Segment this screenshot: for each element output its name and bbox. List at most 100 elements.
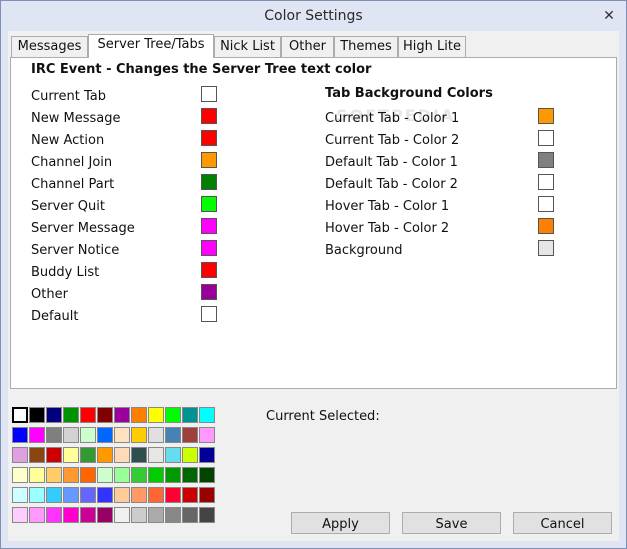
palette-color-cell[interactable] bbox=[46, 467, 62, 483]
palette-color-cell[interactable] bbox=[114, 487, 130, 503]
palette-color-cell[interactable] bbox=[114, 407, 130, 423]
palette-color-cell[interactable] bbox=[12, 407, 28, 423]
palette-color-cell[interactable] bbox=[114, 447, 130, 463]
event-color-swatch[interactable] bbox=[201, 218, 217, 234]
palette-color-cell[interactable] bbox=[80, 487, 96, 503]
palette-color-cell[interactable] bbox=[114, 427, 130, 443]
palette-color-cell[interactable] bbox=[114, 507, 130, 523]
event-color-swatch[interactable] bbox=[201, 86, 217, 102]
event-color-swatch[interactable] bbox=[201, 108, 217, 124]
palette-color-cell[interactable] bbox=[29, 407, 45, 423]
palette-color-cell[interactable] bbox=[182, 467, 198, 483]
event-color-swatch[interactable] bbox=[201, 196, 217, 212]
palette-color-cell[interactable] bbox=[165, 427, 181, 443]
palette-color-cell[interactable] bbox=[131, 427, 147, 443]
palette-color-cell[interactable] bbox=[80, 447, 96, 463]
tab-color-swatch[interactable] bbox=[538, 218, 554, 234]
tab-color-swatch[interactable] bbox=[538, 108, 554, 124]
palette-color-cell[interactable] bbox=[12, 507, 28, 523]
palette-color-cell[interactable] bbox=[148, 407, 164, 423]
tab-color-swatch[interactable] bbox=[538, 130, 554, 146]
palette-color-cell[interactable] bbox=[12, 487, 28, 503]
tab-server-tree-tabs[interactable]: Server Tree/Tabs bbox=[88, 34, 214, 58]
palette-color-cell[interactable] bbox=[46, 407, 62, 423]
tab-color-swatch[interactable] bbox=[538, 174, 554, 190]
tab-color-swatch[interactable] bbox=[538, 240, 554, 256]
palette-color-cell[interactable] bbox=[199, 407, 215, 423]
palette-color-cell[interactable] bbox=[165, 487, 181, 503]
palette-color-cell[interactable] bbox=[12, 447, 28, 463]
event-color-swatch[interactable] bbox=[201, 240, 217, 256]
tab-nick-list[interactable]: Nick List bbox=[214, 36, 281, 57]
palette-color-cell[interactable] bbox=[97, 507, 113, 523]
palette-color-cell[interactable] bbox=[148, 427, 164, 443]
palette-color-cell[interactable] bbox=[199, 447, 215, 463]
palette-color-cell[interactable] bbox=[63, 467, 79, 483]
palette-color-cell[interactable] bbox=[97, 467, 113, 483]
palette-color-cell[interactable] bbox=[97, 427, 113, 443]
palette-color-cell[interactable] bbox=[80, 507, 96, 523]
palette-color-cell[interactable] bbox=[148, 507, 164, 523]
event-color-swatch[interactable] bbox=[201, 130, 217, 146]
palette-color-cell[interactable] bbox=[131, 447, 147, 463]
palette-color-cell[interactable] bbox=[199, 467, 215, 483]
palette-color-cell[interactable] bbox=[80, 467, 96, 483]
palette-color-cell[interactable] bbox=[80, 407, 96, 423]
tab-color-swatch[interactable] bbox=[538, 196, 554, 212]
palette-color-cell[interactable] bbox=[182, 407, 198, 423]
palette-color-cell[interactable] bbox=[199, 487, 215, 503]
palette-color-cell[interactable] bbox=[46, 507, 62, 523]
palette-color-cell[interactable] bbox=[29, 467, 45, 483]
palette-color-cell[interactable] bbox=[97, 407, 113, 423]
palette-color-cell[interactable] bbox=[12, 427, 28, 443]
palette-color-cell[interactable] bbox=[148, 487, 164, 503]
palette-color-cell[interactable] bbox=[182, 507, 198, 523]
palette-color-cell[interactable] bbox=[182, 427, 198, 443]
event-color-swatch[interactable] bbox=[201, 284, 217, 300]
tab-color-swatch[interactable] bbox=[538, 152, 554, 168]
palette-color-cell[interactable] bbox=[63, 407, 79, 423]
palette-color-cell[interactable] bbox=[131, 487, 147, 503]
tab-other[interactable]: Other bbox=[281, 36, 334, 57]
event-color-swatch[interactable] bbox=[201, 152, 217, 168]
palette-color-cell[interactable] bbox=[63, 427, 79, 443]
palette-color-cell[interactable] bbox=[29, 427, 45, 443]
cancel-button[interactable]: Cancel bbox=[513, 512, 612, 534]
palette-color-cell[interactable] bbox=[182, 447, 198, 463]
palette-color-cell[interactable] bbox=[29, 447, 45, 463]
palette-color-cell[interactable] bbox=[165, 407, 181, 423]
palette-color-cell[interactable] bbox=[63, 507, 79, 523]
palette-color-cell[interactable] bbox=[165, 467, 181, 483]
palette-color-cell[interactable] bbox=[148, 447, 164, 463]
event-color-swatch[interactable] bbox=[201, 262, 217, 278]
palette-color-cell[interactable] bbox=[199, 427, 215, 443]
save-button[interactable]: Save bbox=[402, 512, 501, 534]
tab-high-lite[interactable]: High Lite bbox=[398, 36, 466, 57]
palette-color-cell[interactable] bbox=[165, 507, 181, 523]
palette-color-cell[interactable] bbox=[46, 447, 62, 463]
palette-color-cell[interactable] bbox=[80, 427, 96, 443]
tab-messages[interactable]: Messages bbox=[11, 36, 88, 57]
palette-color-cell[interactable] bbox=[46, 487, 62, 503]
palette-color-cell[interactable] bbox=[12, 467, 28, 483]
palette-color-cell[interactable] bbox=[199, 507, 215, 523]
close-icon[interactable]: ✕ bbox=[600, 7, 618, 25]
palette-color-cell[interactable] bbox=[29, 487, 45, 503]
tab-themes[interactable]: Themes bbox=[334, 36, 398, 57]
palette-color-cell[interactable] bbox=[63, 487, 79, 503]
palette-color-cell[interactable] bbox=[97, 447, 113, 463]
palette-color-cell[interactable] bbox=[131, 407, 147, 423]
palette-color-cell[interactable] bbox=[131, 467, 147, 483]
event-color-swatch[interactable] bbox=[201, 174, 217, 190]
palette-color-cell[interactable] bbox=[148, 467, 164, 483]
palette-color-cell[interactable] bbox=[29, 507, 45, 523]
palette-color-cell[interactable] bbox=[63, 447, 79, 463]
palette-color-cell[interactable] bbox=[131, 507, 147, 523]
palette-color-cell[interactable] bbox=[97, 487, 113, 503]
palette-color-cell[interactable] bbox=[165, 447, 181, 463]
palette-color-cell[interactable] bbox=[46, 427, 62, 443]
event-color-swatch[interactable] bbox=[201, 306, 217, 322]
palette-color-cell[interactable] bbox=[182, 487, 198, 503]
apply-button[interactable]: Apply bbox=[291, 512, 390, 534]
palette-color-cell[interactable] bbox=[114, 467, 130, 483]
